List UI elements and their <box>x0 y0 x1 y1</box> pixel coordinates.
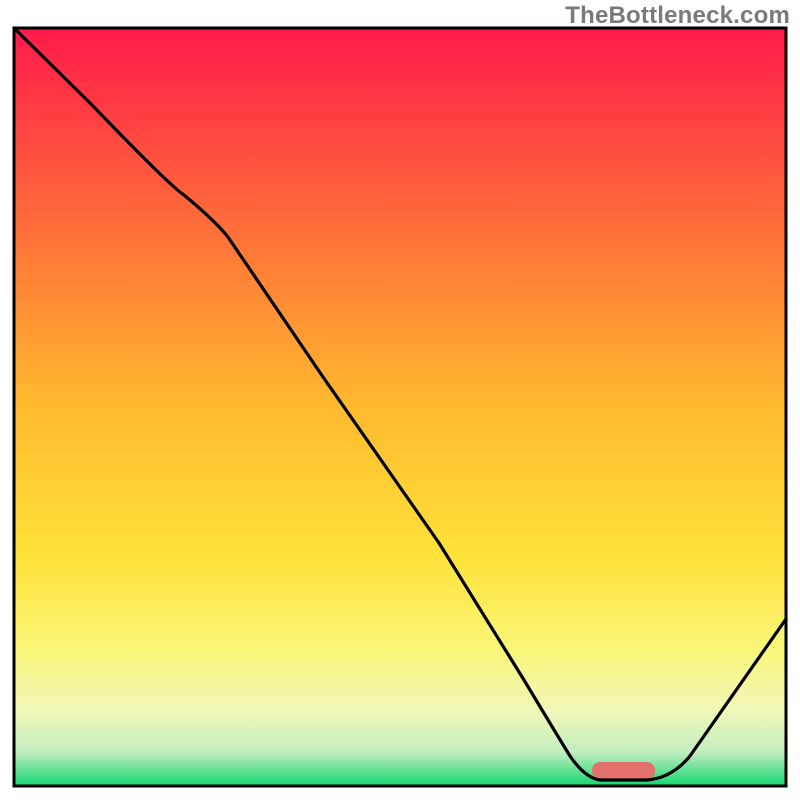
bottleneck-chart <box>0 0 800 800</box>
optimum-marker <box>592 762 655 779</box>
watermark-text: TheBottleneck.com <box>565 2 790 30</box>
chart-stage: TheBottleneck.com <box>0 0 800 800</box>
